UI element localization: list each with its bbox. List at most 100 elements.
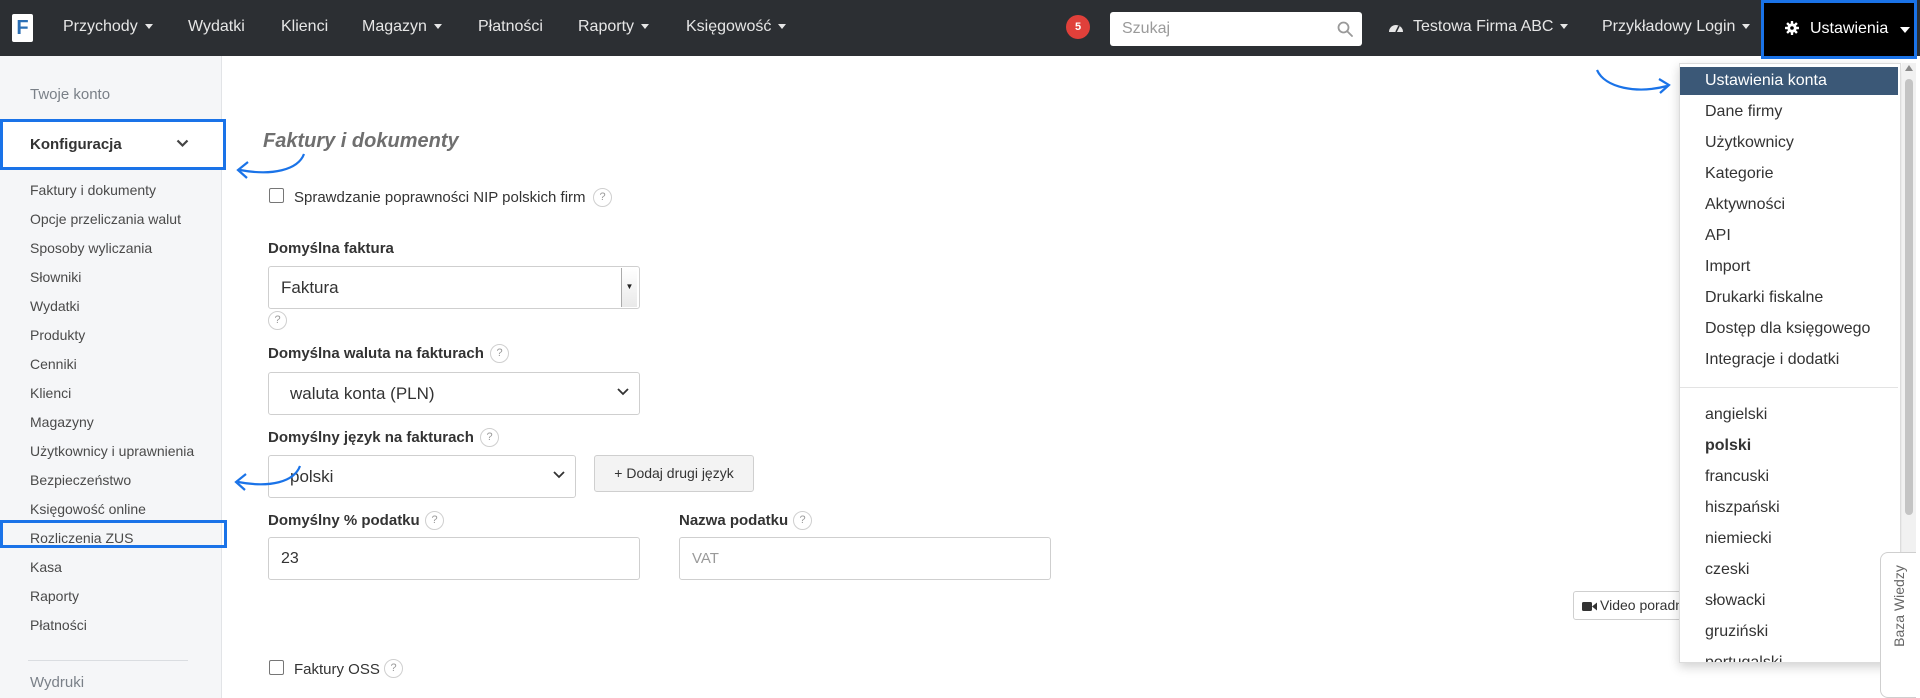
nav-magazyn[interactable]: Magazyn bbox=[362, 0, 442, 56]
language-item-czeski[interactable]: czeski bbox=[1680, 556, 1898, 584]
notification-badge[interactable]: 5 bbox=[1066, 15, 1090, 39]
menu-item-integracje[interactable]: Integracje i dodatki bbox=[1680, 346, 1898, 374]
sidebar-item-klienci[interactable]: Klienci bbox=[30, 385, 71, 401]
language-item-francuski[interactable]: francuski bbox=[1680, 463, 1898, 491]
nav-raporty[interactable]: Raporty bbox=[578, 0, 650, 56]
annotation-arrow-icon bbox=[236, 153, 306, 179]
help-icon[interactable]: ? bbox=[425, 511, 444, 530]
user-login-label: Przykładowy Login bbox=[1602, 18, 1736, 35]
sidebar-item-opcje-walut[interactable]: Opcje przeliczania walut bbox=[30, 211, 181, 227]
sidebar-item-platnosci[interactable]: Płatności bbox=[30, 617, 87, 633]
search-input[interactable] bbox=[1110, 12, 1330, 46]
help-icon[interactable]: ? bbox=[480, 428, 499, 447]
sidebar-divider bbox=[28, 660, 188, 661]
help-icon[interactable]: ? bbox=[593, 188, 612, 207]
annotation-arrow-icon bbox=[234, 465, 302, 491]
chevron-down-icon bbox=[1742, 24, 1751, 30]
language-item-polski[interactable]: polski bbox=[1680, 432, 1898, 460]
sidebar-item-magazyny[interactable]: Magazyny bbox=[30, 414, 94, 430]
tax-name-input[interactable]: VAT bbox=[679, 537, 1051, 580]
language-item-slowacki[interactable]: słowacki bbox=[1680, 587, 1898, 615]
nav-ksiegowosc-label: Księgowość bbox=[686, 18, 772, 35]
company-name: Testowa Firma ABC bbox=[1413, 18, 1554, 35]
tax-name-label: Nazwa podatku bbox=[679, 512, 789, 529]
select-arrow-icon: ▼ bbox=[621, 268, 637, 307]
language-item-portugalski[interactable]: portugalski bbox=[1680, 649, 1898, 662]
app-logo[interactable]: F bbox=[12, 14, 33, 42]
sidebar-item-kasa[interactable]: Kasa bbox=[30, 559, 62, 575]
language-item-angielski[interactable]: angielski bbox=[1680, 401, 1898, 429]
chevron-down-icon bbox=[1560, 24, 1569, 30]
default-language-select[interactable]: polski bbox=[268, 455, 576, 498]
help-icon[interactable]: ? bbox=[384, 659, 403, 678]
default-currency-select[interactable]: waluta konta (PLN) bbox=[268, 372, 640, 415]
nav-magazyn-label: Magazyn bbox=[362, 18, 427, 35]
knowledge-base-tab[interactable]: Baza Wiedzy bbox=[1880, 552, 1916, 698]
default-currency-label: Domyślna waluta na fakturach bbox=[268, 345, 484, 362]
sidebar-item-faktury[interactable]: Faktury i dokumenty bbox=[30, 182, 156, 198]
sidebar-item-rozliczenia-zus[interactable]: Rozliczenia ZUS bbox=[30, 530, 133, 546]
nav-wydatki[interactable]: Wydatki bbox=[188, 0, 245, 56]
add-language-button[interactable]: + Dodaj drugi język bbox=[594, 455, 754, 492]
sidebar-item-sposoby-wyliczania[interactable]: Sposoby wyliczania bbox=[30, 240, 152, 256]
chevron-down-icon bbox=[778, 24, 787, 30]
search-box bbox=[1110, 12, 1362, 46]
language-item-gruzinski[interactable]: gruziński bbox=[1680, 618, 1898, 646]
nav-wydatki-label: Wydatki bbox=[188, 18, 245, 35]
menu-item-import[interactable]: Import bbox=[1680, 253, 1898, 281]
help-icon[interactable]: ? bbox=[793, 511, 812, 530]
menu-item-uzytkownicy[interactable]: Użytkownicy bbox=[1680, 129, 1898, 157]
menu-item-aktywnosci[interactable]: Aktywności bbox=[1680, 191, 1898, 219]
top-navbar: F Przychody Wydatki Klienci Magazyn Płat… bbox=[0, 0, 1920, 59]
nav-platnosci[interactable]: Płatności bbox=[478, 0, 543, 56]
help-icon[interactable]: ? bbox=[268, 311, 287, 330]
menu-item-dostep-ksiegowego[interactable]: Dostęp dla księgowego bbox=[1680, 315, 1898, 343]
menu-item-kategorie[interactable]: Kategorie bbox=[1680, 160, 1898, 188]
chevron-down-icon bbox=[553, 471, 565, 479]
search-icon[interactable] bbox=[1337, 21, 1353, 37]
default-tax-input[interactable]: 23 bbox=[268, 537, 640, 580]
default-language-label: Domyślny język na fakturach bbox=[268, 429, 474, 446]
menu-item-api[interactable]: API bbox=[1680, 222, 1898, 250]
oss-checkbox[interactable] bbox=[269, 660, 284, 675]
menu-item-dane-firmy[interactable]: Dane firmy bbox=[1680, 98, 1898, 126]
sidebar-item-uzytkownicy[interactable]: Użytkownicy i uprawnienia bbox=[30, 443, 194, 459]
help-icon[interactable]: ? bbox=[490, 344, 509, 363]
sidebar-item-bezpieczenstwo[interactable]: Bezpieczeństwo bbox=[30, 472, 131, 488]
dashboard-gauge-icon bbox=[1389, 24, 1403, 33]
scroll-up-arrow-icon[interactable] bbox=[1905, 65, 1913, 71]
scrollbar-thumb[interactable] bbox=[1905, 79, 1913, 515]
language-item-hiszpanski[interactable]: hiszpański bbox=[1680, 494, 1898, 522]
sidebar-item-wydatki[interactable]: Wydatki bbox=[30, 298, 80, 314]
sidebar-section-title: Konfiguracja bbox=[30, 136, 122, 153]
chevron-down-icon bbox=[433, 24, 442, 30]
sidebar-item-ksiegowosc-online[interactable]: Księgowość online bbox=[30, 501, 146, 517]
menu-item-ustawienia-konta[interactable]: Ustawienia konta bbox=[1680, 67, 1898, 95]
knowledge-base-label: Baza Wiedzy bbox=[1891, 565, 1907, 647]
nip-check-checkbox[interactable] bbox=[269, 188, 284, 203]
default-invoice-select[interactable]: Faktura ▼ bbox=[268, 266, 640, 309]
nav-klienci[interactable]: Klienci bbox=[281, 0, 328, 56]
user-menu[interactable]: Przykładowy Login bbox=[1602, 0, 1751, 56]
language-item-niemiecki[interactable]: niemiecki bbox=[1680, 525, 1898, 553]
default-currency-value: waluta konta (PLN) bbox=[290, 384, 435, 403]
video-tutorial-button[interactable]: Video poradnik bbox=[1573, 591, 1683, 620]
default-tax-value: 23 bbox=[281, 550, 299, 567]
caret-down-icon bbox=[1900, 27, 1910, 33]
sidebar-account-link[interactable]: Twoje konto bbox=[30, 86, 110, 103]
settings-dropdown-menu: Ustawienia konta Dane firmy Użytkownicy … bbox=[1679, 63, 1901, 663]
sidebar-item-raporty[interactable]: Raporty bbox=[30, 588, 79, 604]
sidebar-item-produkty[interactable]: Produkty bbox=[30, 327, 85, 343]
sidebar-section-konfiguracja[interactable]: Konfiguracja bbox=[0, 119, 226, 170]
nav-ksiegowosc[interactable]: Księgowość bbox=[686, 0, 787, 56]
settings-button[interactable]: Ustawienia bbox=[1761, 0, 1917, 59]
nav-przychody[interactable]: Przychody bbox=[63, 0, 153, 56]
sidebar-section-wydruki[interactable]: Wydruki bbox=[30, 674, 84, 691]
video-button-label: Video poradnik bbox=[1600, 597, 1683, 613]
chevron-down-icon bbox=[144, 24, 153, 30]
sidebar: Twoje konto Konfiguracja Faktury i dokum… bbox=[0, 56, 227, 698]
company-switcher[interactable]: Testowa Firma ABC bbox=[1388, 0, 1569, 56]
menu-item-drukarki-fiskalne[interactable]: Drukarki fiskalne bbox=[1680, 284, 1898, 312]
sidebar-item-slowniki[interactable]: Słowniki bbox=[30, 269, 81, 285]
sidebar-item-cenniki[interactable]: Cenniki bbox=[30, 356, 77, 372]
